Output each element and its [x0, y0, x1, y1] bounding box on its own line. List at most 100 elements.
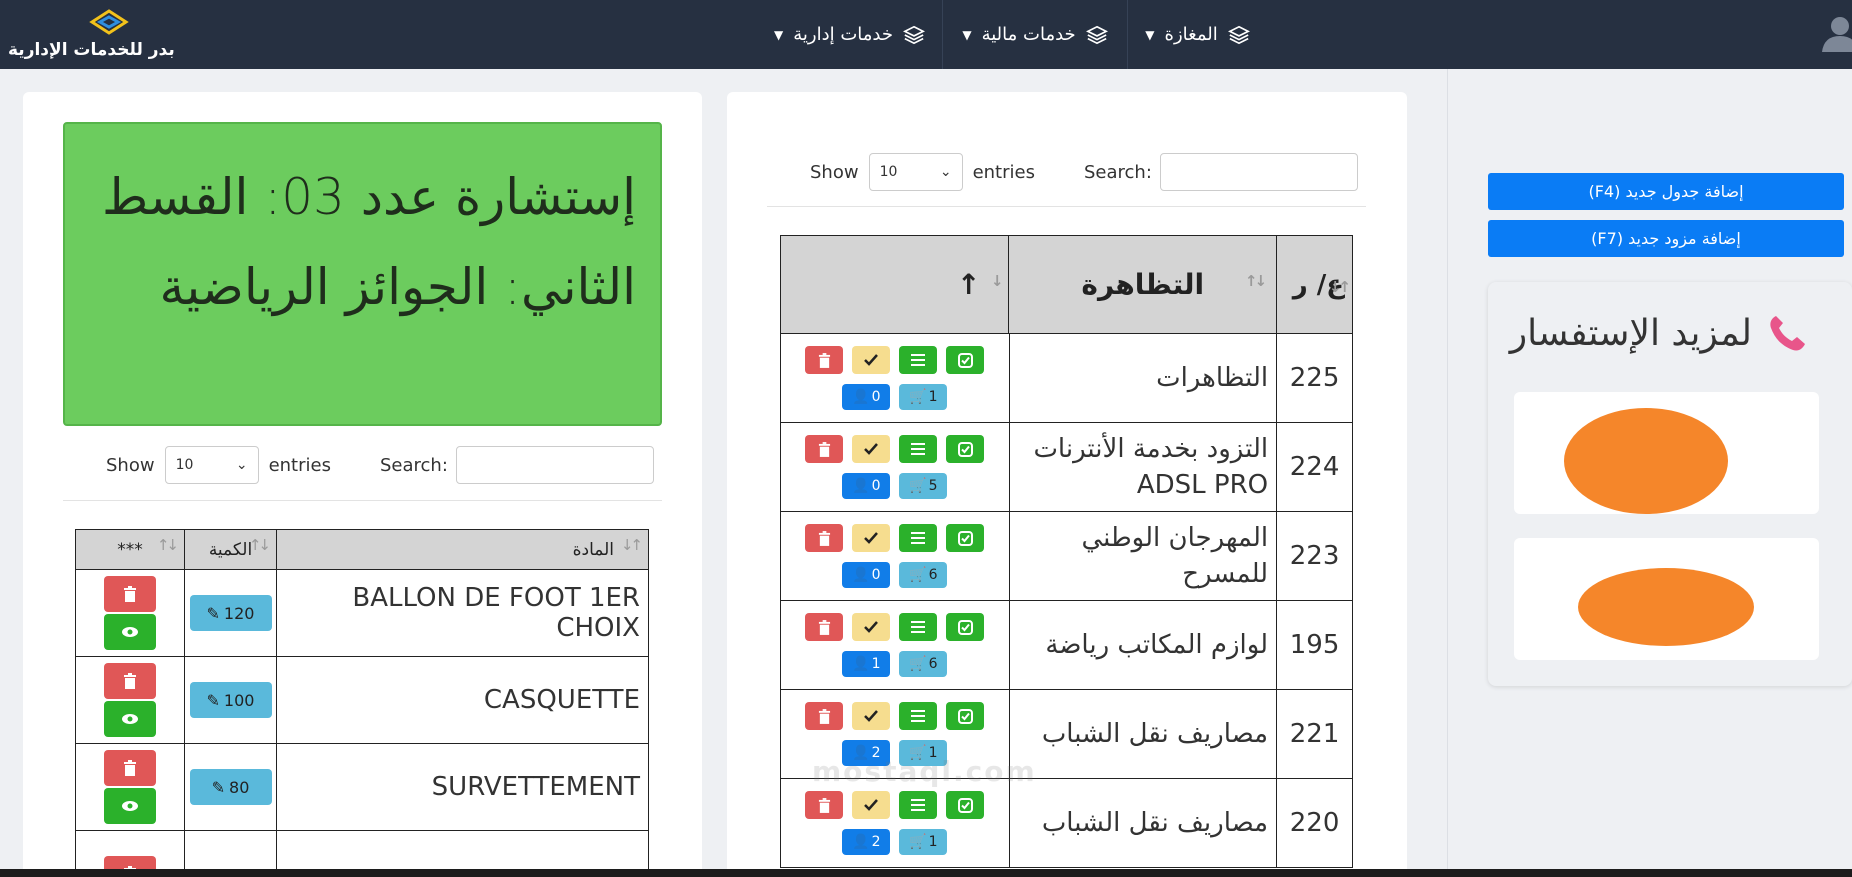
nav-item-label: خدمات مالية	[981, 24, 1076, 45]
validate-button[interactable]	[946, 524, 985, 552]
table-row: 👤 0 🛒 1 التظاهرات 225	[780, 333, 1353, 423]
approve-button[interactable]	[852, 524, 891, 552]
users-button[interactable]: 👤 2	[842, 829, 891, 855]
delete-button[interactable]	[805, 702, 844, 730]
cart-button[interactable]: 🛒 1	[899, 829, 948, 855]
view-button[interactable]	[104, 614, 156, 650]
cart-button[interactable]: 🛒 5	[899, 473, 948, 499]
approve-button[interactable]	[852, 791, 891, 819]
add-table-button[interactable]: إضافة جدول جديد (F4)	[1488, 173, 1844, 210]
layers-icon	[1227, 25, 1250, 44]
approve-button[interactable]	[852, 613, 891, 641]
row-item: CASQUETTE	[276, 656, 649, 744]
column-actions[interactable]: *** ↑↓	[75, 529, 185, 570]
view-button[interactable]	[104, 701, 156, 737]
validate-button[interactable]	[946, 791, 985, 819]
cart-button[interactable]: 🛒 6	[899, 562, 948, 588]
brand[interactable]: بدر للخدمات الإدارية	[6, 4, 206, 64]
nav-item-financial-services[interactable]: خدمات مالية ▼	[942, 0, 1127, 69]
details-button[interactable]	[899, 613, 938, 641]
pencil-icon: ✎	[206, 690, 220, 710]
delete-button[interactable]	[805, 791, 844, 819]
column-quantity[interactable]: الكمية ↑↓	[184, 529, 277, 570]
validate-button[interactable]	[946, 346, 985, 374]
approve-button[interactable]	[852, 435, 891, 463]
table-header-row: ↑ ↓ التظاهرة ↑↓ ع/ ر ↑↓	[779, 235, 1353, 334]
trash-icon	[818, 797, 830, 813]
bottom-bar	[0, 869, 1852, 877]
column-header-label: الكمية	[208, 539, 253, 560]
details-button[interactable]	[899, 435, 938, 463]
validate-button[interactable]	[946, 702, 985, 730]
search-label: Search:	[380, 454, 448, 476]
items-panel: إستشارة عدد 03: القسط الثاني: الجوائز ال…	[23, 92, 702, 877]
details-button[interactable]	[899, 702, 938, 730]
search-input[interactable]	[1159, 153, 1358, 191]
check-icon	[864, 621, 879, 633]
details-button[interactable]	[899, 791, 938, 819]
delete-button[interactable]	[805, 524, 844, 552]
row-actions: 👤 0 🛒 6	[780, 511, 1010, 601]
layers-icon	[1085, 25, 1108, 44]
delete-button[interactable]	[104, 663, 156, 699]
edit-quantity-button[interactable]: ✎ 120	[189, 595, 272, 631]
users-button[interactable]: 👤 1	[842, 651, 891, 677]
details-button[interactable]	[899, 346, 938, 374]
column-item[interactable]: المادة ↑↓	[276, 529, 649, 570]
user-icon[interactable]	[1818, 12, 1852, 52]
row-number: 195	[1276, 600, 1353, 690]
nav-item-admin-services[interactable]: خدمات إدارية ▼	[757, 0, 942, 69]
details-button[interactable]	[899, 524, 938, 552]
approve-button[interactable]	[852, 346, 891, 374]
entries-select[interactable]: 10 ⌄	[868, 153, 963, 191]
search-control: Search:	[1084, 153, 1358, 191]
delete-button[interactable]	[805, 435, 844, 463]
trash-icon	[818, 352, 830, 368]
users-button[interactable]: 👤 0	[842, 473, 891, 499]
check-square-icon	[957, 708, 973, 724]
column-header-label: التظاهرة	[1081, 268, 1205, 301]
delete-button[interactable]	[104, 576, 156, 612]
delete-button[interactable]	[805, 613, 844, 641]
cart-count: 1	[928, 834, 938, 850]
list-icon	[911, 710, 926, 722]
delete-button[interactable]	[805, 346, 844, 374]
nav-item-store[interactable]: المغازة ▼	[1127, 0, 1267, 69]
users-button[interactable]: 👤 0	[842, 562, 891, 588]
divider	[63, 500, 662, 501]
column-divider	[1447, 69, 1448, 877]
entries-control: Show 10 ⌄ entries	[810, 153, 1035, 191]
row-item: BALLON DE FOOT 1ER CHOIX	[276, 569, 649, 657]
validate-button[interactable]	[946, 435, 985, 463]
column-number[interactable]: ع/ ر ↑↓	[1276, 235, 1353, 334]
user-icon: 👤	[852, 834, 870, 850]
quantity-value: 80	[229, 777, 250, 797]
view-button[interactable]	[104, 788, 156, 824]
table-row: ✎ 80 SURVETTEMENT	[75, 743, 649, 831]
show-label: Show	[106, 454, 155, 476]
contact-entry[interactable]	[1514, 538, 1819, 660]
search-input[interactable]	[455, 446, 654, 484]
column-event[interactable]: التظاهرة ↑↓	[1008, 235, 1278, 334]
chevron-down-icon: ⌄	[235, 457, 248, 473]
users-count: 0	[871, 478, 881, 494]
edit-quantity-button[interactable]: ✎ 80	[189, 769, 272, 805]
entries-select[interactable]: 10 ⌄	[164, 446, 259, 484]
check-icon	[864, 799, 879, 811]
contact-entry[interactable]	[1514, 392, 1819, 514]
edit-quantity-button[interactable]: ✎ 100	[189, 682, 272, 718]
users-button[interactable]: 👤 0	[842, 384, 891, 410]
approve-button[interactable]	[852, 702, 891, 730]
brand-logo-icon	[89, 9, 129, 35]
add-supplier-button[interactable]: إضافة مزود جديد (F7)	[1488, 220, 1844, 257]
row-event: مصاريف نقل الشباب	[1008, 778, 1278, 868]
cart-button[interactable]: 🛒 6	[899, 651, 948, 677]
column-actions[interactable]: ↑ ↓	[779, 235, 1010, 334]
cart-icon: 🛒	[909, 656, 927, 672]
validate-button[interactable]	[946, 613, 985, 641]
trash-icon	[124, 586, 136, 602]
delete-button[interactable]	[104, 750, 156, 786]
trash-icon	[818, 619, 830, 635]
cart-button[interactable]: 🛒 1	[899, 384, 948, 410]
row-number: 223	[1276, 511, 1353, 601]
